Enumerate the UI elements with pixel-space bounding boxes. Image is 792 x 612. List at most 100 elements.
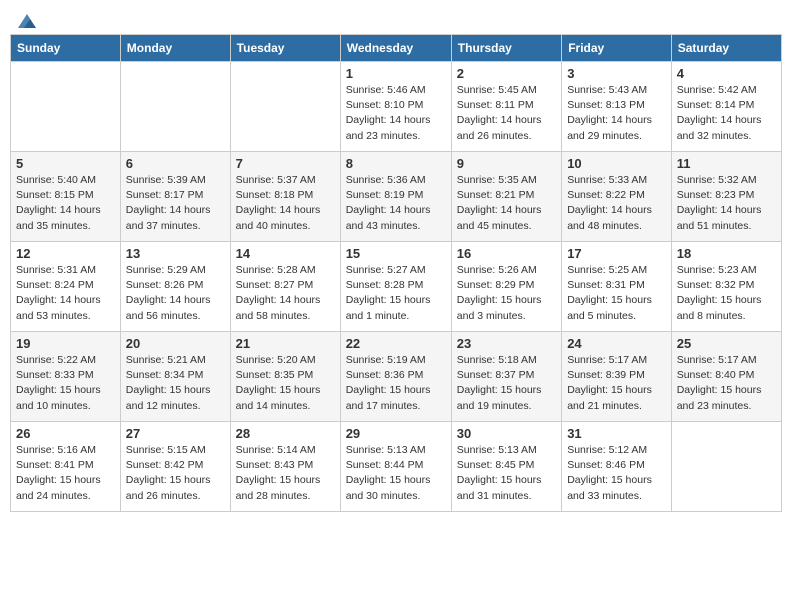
day-info: Sunrise: 5:27 AMSunset: 8:28 PMDaylight:… [346,263,446,324]
calendar-cell [671,422,781,512]
calendar-cell [230,62,340,152]
day-number: 10 [567,156,666,171]
day-number: 27 [126,426,225,441]
weekday-header-cell: Tuesday [230,35,340,62]
calendar-cell: 14 Sunrise: 5:28 AMSunset: 8:27 PMDayligh… [230,242,340,332]
calendar-week-row: 26Sunrise: 5:16 AMSunset: 8:41 PMDayligh… [11,422,782,512]
calendar-cell: 7Sunrise: 5:37 AMSunset: 8:18 PMDaylight… [230,152,340,242]
day-info: Sunrise: 5:21 AMSunset: 8:34 PMDaylight:… [126,353,225,414]
calendar-cell: 11 Sunrise: 5:32 AMSunset: 8:23 PMDayligh… [671,152,781,242]
calendar-cell: 10Sunrise: 5:33 AMSunset: 8:22 PMDayligh… [562,152,672,242]
calendar-cell: 22Sunrise: 5:19 AMSunset: 8:36 PMDayligh… [340,332,451,422]
day-info: Sunrise: 5:29 AMSunset: 8:26 PMDaylight:… [126,263,225,324]
calendar-cell: 4 Sunrise: 5:42 AMSunset: 8:14 PMDaylight… [671,62,781,152]
day-number: 23 [457,336,556,351]
day-number: 11 [677,156,776,171]
day-info: Sunrise: 5:17 AMSunset: 8:40 PMDaylight:… [677,353,776,414]
calendar-week-row: 1Sunrise: 5:46 AMSunset: 8:10 PMDaylight… [11,62,782,152]
day-number: 4 [677,66,776,81]
day-number: 5 [16,156,115,171]
weekday-header-cell: Sunday [11,35,121,62]
day-info: Sunrise: 5:28 AMSunset: 8:27 PMDaylight:… [236,263,335,324]
calendar-cell: 20 Sunrise: 5:21 AMSunset: 8:34 PMDayligh… [120,332,230,422]
day-info: Sunrise: 5:20 AMSunset: 8:35 PMDaylight:… [236,353,335,414]
calendar-body: 1Sunrise: 5:46 AMSunset: 8:10 PMDaylight… [11,62,782,512]
day-info: Sunrise: 5:26 AMSunset: 8:29 PMDaylight:… [457,263,556,324]
day-info: Sunrise: 5:17 AMSunset: 8:39 PMDaylight:… [567,353,666,414]
calendar-cell: 15 Sunrise: 5:27 AMSunset: 8:28 PMDayligh… [340,242,451,332]
day-info: Sunrise: 5:13 AMSunset: 8:44 PMDaylight:… [346,443,446,504]
weekday-header-row: SundayMondayTuesdayWednesdayThursdayFrid… [11,35,782,62]
calendar-week-row: 5Sunrise: 5:40 AMSunset: 8:15 PMDaylight… [11,152,782,242]
day-number: 3 [567,66,666,81]
calendar-cell: 18 Sunrise: 5:23 AMSunset: 8:32 PMDayligh… [671,242,781,332]
day-info: Sunrise: 5:19 AMSunset: 8:36 PMDaylight:… [346,353,446,414]
day-number: 20 [126,336,225,351]
day-number: 21 [236,336,335,351]
day-number: 29 [346,426,446,441]
calendar-cell: 5Sunrise: 5:40 AMSunset: 8:15 PMDaylight… [11,152,121,242]
calendar-cell: 26Sunrise: 5:16 AMSunset: 8:41 PMDayligh… [11,422,121,512]
calendar-table: SundayMondayTuesdayWednesdayThursdayFrid… [10,34,782,512]
day-number: 19 [16,336,115,351]
day-info: Sunrise: 5:45 AMSunset: 8:11 PMDaylight:… [457,83,556,144]
day-info: Sunrise: 5:23 AMSunset: 8:32 PMDaylight:… [677,263,776,324]
day-info: Sunrise: 5:14 AMSunset: 8:43 PMDaylight:… [236,443,335,504]
day-number: 13 [126,246,225,261]
day-info: Sunrise: 5:12 AMSunset: 8:46 PMDaylight:… [567,443,666,504]
weekday-header-cell: Saturday [671,35,781,62]
day-number: 24 [567,336,666,351]
day-number: 14 [236,246,335,261]
calendar-cell: 25 Sunrise: 5:17 AMSunset: 8:40 PMDayligh… [671,332,781,422]
day-info: Sunrise: 5:39 AMSunset: 8:17 PMDaylight:… [126,173,225,234]
day-number: 8 [346,156,446,171]
logo [14,10,38,26]
day-info: Sunrise: 5:32 AMSunset: 8:23 PMDaylight:… [677,173,776,234]
calendar-cell: 23 Sunrise: 5:18 AMSunset: 8:37 PMDayligh… [451,332,561,422]
day-info: Sunrise: 5:31 AMSunset: 8:24 PMDaylight:… [16,263,115,324]
day-info: Sunrise: 5:25 AMSunset: 8:31 PMDaylight:… [567,263,666,324]
calendar-cell [120,62,230,152]
calendar-cell: 31 Sunrise: 5:12 AMSunset: 8:46 PMDayligh… [562,422,672,512]
calendar-cell: 27Sunrise: 5:15 AMSunset: 8:42 PMDayligh… [120,422,230,512]
calendar-cell: 30Sunrise: 5:13 AMSunset: 8:45 PMDayligh… [451,422,561,512]
day-number: 30 [457,426,556,441]
calendar-cell [11,62,121,152]
day-info: Sunrise: 5:22 AMSunset: 8:33 PMDaylight:… [16,353,115,414]
day-number: 2 [457,66,556,81]
calendar-cell: 6 Sunrise: 5:39 AMSunset: 8:17 PMDaylight… [120,152,230,242]
day-number: 26 [16,426,115,441]
weekday-header-cell: Wednesday [340,35,451,62]
calendar-cell: 24 Sunrise: 5:17 AMSunset: 8:39 PMDayligh… [562,332,672,422]
day-number: 31 [567,426,666,441]
day-number: 17 [567,246,666,261]
weekday-header-cell: Friday [562,35,672,62]
calendar-cell: 17 Sunrise: 5:25 AMSunset: 8:31 PMDayligh… [562,242,672,332]
calendar-cell: 8Sunrise: 5:36 AMSunset: 8:19 PMDaylight… [340,152,451,242]
calendar-cell: 9 Sunrise: 5:35 AMSunset: 8:21 PMDaylight… [451,152,561,242]
day-number: 9 [457,156,556,171]
day-number: 6 [126,156,225,171]
calendar-cell: 2 Sunrise: 5:45 AMSunset: 8:11 PMDaylight… [451,62,561,152]
calendar-cell: 21 Sunrise: 5:20 AMSunset: 8:35 PMDayligh… [230,332,340,422]
day-info: Sunrise: 5:43 AMSunset: 8:13 PMDaylight:… [567,83,666,144]
calendar-cell: 29 Sunrise: 5:13 AMSunset: 8:44 PMDayligh… [340,422,451,512]
day-number: 16 [457,246,556,261]
day-number: 15 [346,246,446,261]
day-info: Sunrise: 5:35 AMSunset: 8:21 PMDaylight:… [457,173,556,234]
calendar-cell: 1Sunrise: 5:46 AMSunset: 8:10 PMDaylight… [340,62,451,152]
day-number: 12 [16,246,115,261]
day-info: Sunrise: 5:42 AMSunset: 8:14 PMDaylight:… [677,83,776,144]
calendar-week-row: 12 Sunrise: 5:31 AMSunset: 8:24 PMDayligh… [11,242,782,332]
day-info: Sunrise: 5:18 AMSunset: 8:37 PMDaylight:… [457,353,556,414]
calendar-cell: 3 Sunrise: 5:43 AMSunset: 8:13 PMDaylight… [562,62,672,152]
day-number: 25 [677,336,776,351]
weekday-header-cell: Thursday [451,35,561,62]
calendar-cell: 13 Sunrise: 5:29 AMSunset: 8:26 PMDayligh… [120,242,230,332]
calendar-week-row: 19 Sunrise: 5:22 AMSunset: 8:33 PMDayligh… [11,332,782,422]
calendar-cell: 12 Sunrise: 5:31 AMSunset: 8:24 PMDayligh… [11,242,121,332]
day-info: Sunrise: 5:46 AMSunset: 8:10 PMDaylight:… [346,83,446,144]
day-info: Sunrise: 5:37 AMSunset: 8:18 PMDaylight:… [236,173,335,234]
day-number: 18 [677,246,776,261]
weekday-header-cell: Monday [120,35,230,62]
